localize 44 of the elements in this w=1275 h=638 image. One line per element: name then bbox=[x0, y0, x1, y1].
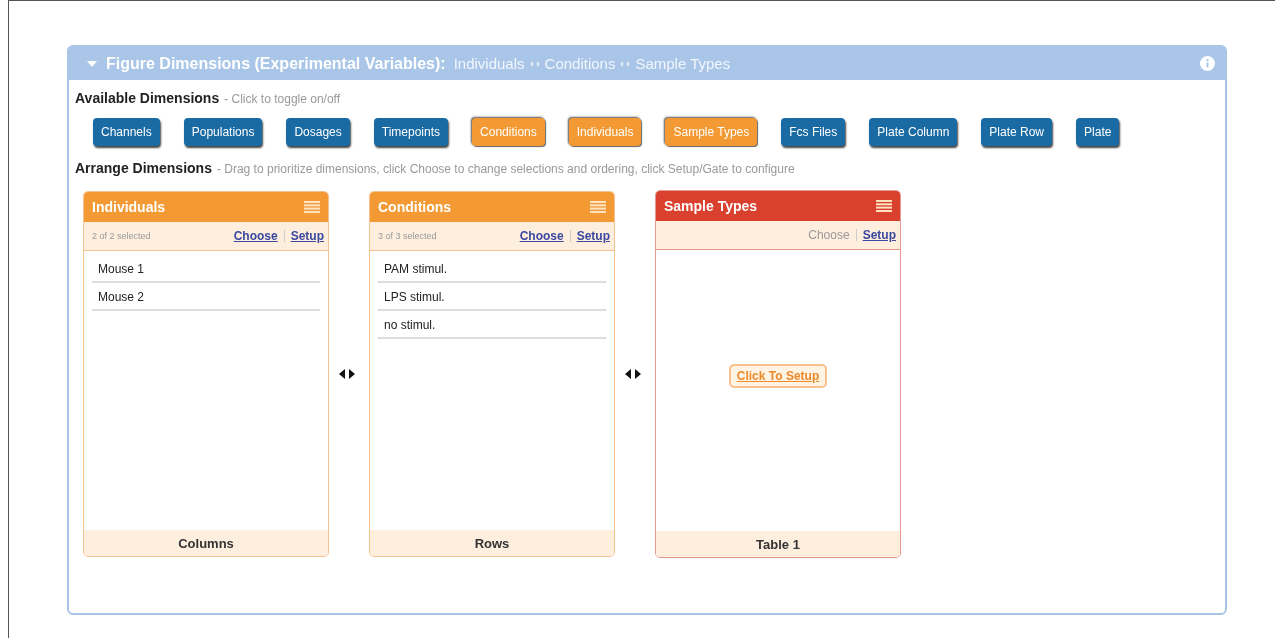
list-item[interactable]: no stimul. bbox=[378, 311, 606, 339]
section-heading: Arrange Dimensions bbox=[75, 160, 212, 176]
menu-icon[interactable] bbox=[590, 201, 606, 213]
panel-title: Figure Dimensions (Experimental Variables): bbox=[106, 54, 446, 73]
card-footer-label: Table 1 bbox=[756, 536, 800, 552]
arrows-icon bbox=[620, 60, 631, 67]
section-heading: Available Dimensions bbox=[75, 90, 220, 106]
list-item[interactable]: Mouse 1 bbox=[92, 255, 320, 283]
section-hint: - Drag to prioritize dimensions, click Choose to change selections and ordering, click Setup/Gate to configure bbox=[216, 162, 795, 176]
setup-link[interactable]: Setup bbox=[862, 228, 896, 242]
list-item[interactable]: PAM stimul. bbox=[378, 255, 606, 283]
menu-icon[interactable] bbox=[876, 200, 892, 212]
selection-count: 2 of 2 selected bbox=[92, 231, 151, 241]
choose-link[interactable]: Choose bbox=[519, 229, 564, 243]
caret-down-icon[interactable] bbox=[87, 60, 97, 67]
swap-arrows-icon[interactable] bbox=[339, 369, 355, 379]
dimension-toggle[interactable]: Plate bbox=[1076, 118, 1120, 146]
swap-arrows-icon[interactable] bbox=[625, 369, 641, 379]
dimension-toggle[interactable]: Populations bbox=[183, 118, 263, 146]
dimension-toggle[interactable]: Plate Column bbox=[869, 118, 958, 146]
dimension-toggle[interactable]: Channels bbox=[93, 118, 160, 146]
dimension-order-item: Individuals bbox=[453, 55, 525, 72]
list-item[interactable]: Mouse 2 bbox=[92, 283, 320, 311]
section-hint: - Click to toggle on/off bbox=[224, 92, 341, 106]
card-header[interactable]: Sample Types bbox=[656, 191, 900, 221]
setup-link[interactable]: Setup bbox=[576, 229, 610, 243]
card-title: Conditions bbox=[378, 199, 452, 215]
arrows-icon bbox=[529, 60, 540, 67]
selection-count: 3 of 3 selected bbox=[378, 231, 437, 241]
card-title: Sample Types bbox=[664, 198, 758, 214]
info-icon[interactable] bbox=[1200, 56, 1215, 71]
setup-link[interactable]: Setup bbox=[290, 229, 324, 243]
dimension-toggle[interactable]: Timepoints bbox=[373, 118, 449, 146]
card-title: Individuals bbox=[92, 199, 166, 215]
card-footer-label: Rows bbox=[474, 535, 510, 551]
list-item[interactable]: LPS stimul. bbox=[378, 283, 606, 311]
dimension-toggle[interactable]: Plate Row bbox=[981, 118, 1053, 146]
choose-link[interactable]: Choose bbox=[233, 229, 278, 243]
dimension-order-item: Conditions bbox=[544, 55, 616, 72]
dimension-toggle[interactable]: Fcs Files bbox=[781, 118, 846, 146]
dimension-order-item: Sample Types bbox=[635, 55, 731, 72]
dimension-toggle[interactable]: Dosages bbox=[286, 118, 350, 146]
card-footer-label: Columns bbox=[178, 535, 234, 551]
menu-icon[interactable] bbox=[304, 201, 320, 213]
